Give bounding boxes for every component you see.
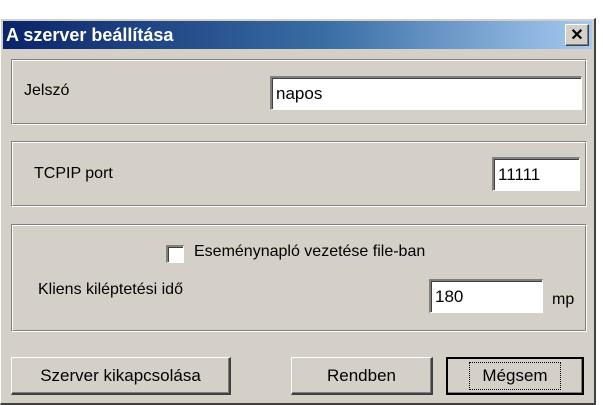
window-title: A szerver beállítása	[6, 24, 174, 45]
timeout-input[interactable]	[429, 279, 543, 313]
port-label: TCPIP port	[34, 165, 113, 182]
password-label: Jelszó	[24, 82, 70, 99]
cancel-label: Mégsem	[469, 362, 561, 390]
event-log-label: Eseménynapló vezetése file-ban	[194, 243, 426, 260]
timeout-unit: mp	[552, 291, 575, 308]
logging-panel: Eseménynapló vezetése file-ban Kliens ki…	[11, 224, 587, 332]
timeout-label: Kliens kiléptetési idő	[38, 281, 183, 298]
shutdown-server-button[interactable]: Szerver kikapcsolása	[11, 357, 231, 395]
port-panel: TCPIP port	[11, 141, 587, 207]
server-settings-dialog: A szerver beállítása ✕ Jelszó TCPIP port…	[0, 18, 596, 405]
password-panel: Jelszó	[11, 59, 587, 125]
ok-label: Rendben	[326, 365, 396, 385]
ok-button[interactable]: Rendben	[291, 357, 433, 395]
title-bar: A szerver beállítása ✕	[3, 21, 592, 49]
close-button[interactable]: ✕	[565, 24, 589, 46]
close-icon: ✕	[570, 27, 584, 44]
port-input[interactable]	[492, 157, 580, 191]
cancel-button[interactable]: Mégsem	[446, 357, 584, 395]
event-log-checkbox[interactable]	[166, 245, 184, 263]
shutdown-server-label: Szerver kikapcsolása	[40, 365, 201, 385]
password-input[interactable]	[270, 76, 582, 110]
